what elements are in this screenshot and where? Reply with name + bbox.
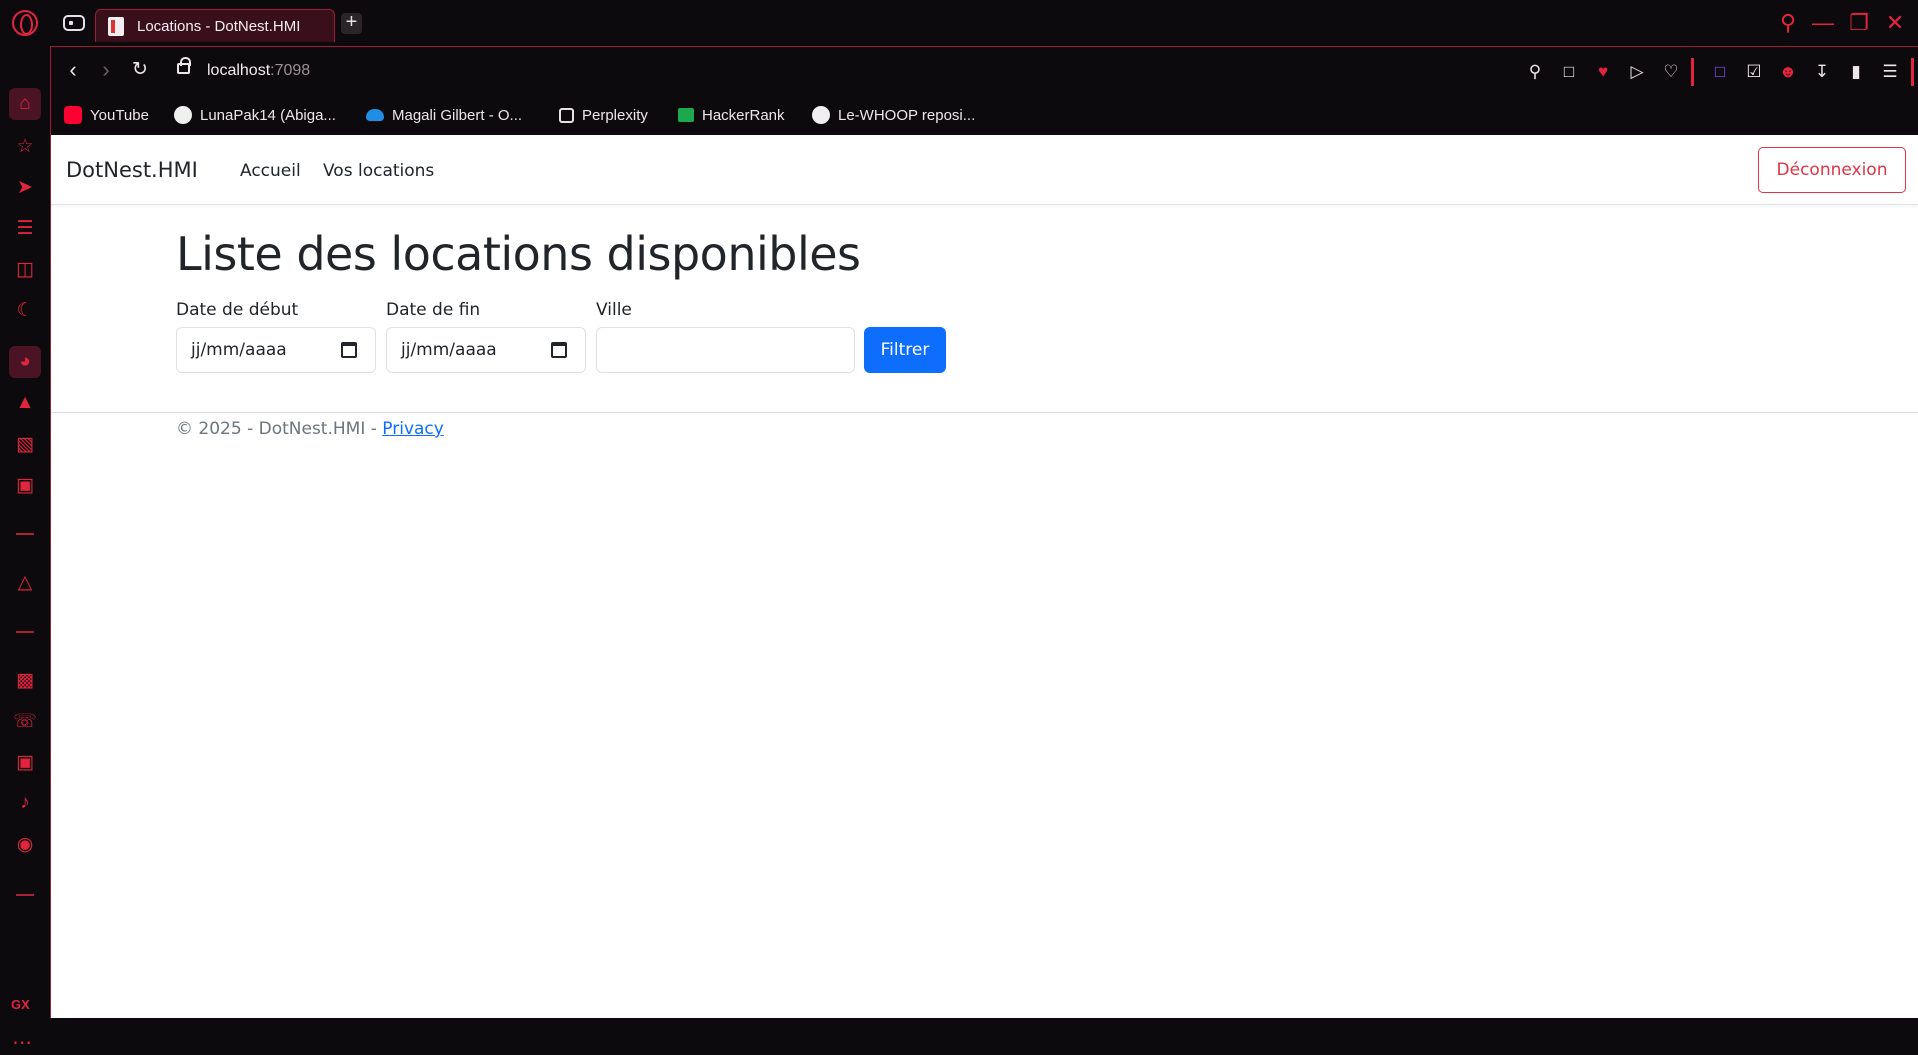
battery-icon[interactable]: ▮ [1845,61,1867,83]
toolbar-divider [1911,58,1914,86]
bookmarks-bar: YouTube LunaPak14 (Abiga... Magali Gilbe… [51,97,1918,135]
app-navbar: DotNest.HMI Accueil Vos locations Déconn… [51,135,1918,205]
bookmark-youtube[interactable]: YouTube [64,103,149,127]
download-icon[interactable]: ↧ [1811,61,1833,83]
pocket-icon[interactable]: ♥ [1592,61,1614,83]
logout-button[interactable]: Déconnexion [1758,147,1906,193]
instagram-icon[interactable]: ▣ [9,746,41,778]
start-date-value: jj/mm/aaaa [191,340,287,360]
gauge-icon[interactable]: ◕ [9,346,41,378]
bookmark-label: YouTube [90,106,149,124]
sidebar-divider [16,533,34,535]
navbar-brand[interactable]: DotNest.HMI [66,158,198,182]
whatsapp-icon[interactable]: ☏ [9,705,41,737]
web-page: DotNest.HMI Accueil Vos locations Déconn… [51,135,1918,1018]
gamepad-icon[interactable] [63,15,85,31]
calendar-icon[interactable] [551,342,567,358]
hatch-icon[interactable]: ▧ [9,428,41,460]
github-icon [174,106,192,124]
footer: © 2025 - DotNest.HMI - Privacy [176,419,444,439]
bookmark-perplexity[interactable]: Perplexity [559,103,648,127]
sidebar-divider [16,894,34,896]
start-date-label: Date de début [176,300,299,320]
snapshot-icon[interactable]: □ [1558,61,1580,83]
filter-button[interactable]: Filtrer [864,327,946,373]
lock-icon[interactable] [177,57,191,74]
pin-icon[interactable]: ⚲ [1524,61,1546,83]
cleaner-icon[interactable]: ▲ [9,387,41,419]
city-input[interactable] [596,327,855,373]
gx-label[interactable]: GX [11,997,30,1012]
home-icon[interactable]: ⌂ [9,88,41,120]
footer-text: © 2025 - DotNest.HMI - [176,419,383,439]
reload-icon[interactable]: ↻ [128,59,152,83]
new-tab-button[interactable]: + [341,12,362,34]
bookmark-label: Perplexity [582,106,648,124]
discord-icon[interactable]: ◉ [9,828,41,860]
onedrive-icon [366,109,384,121]
url-port: :7098 [270,62,311,79]
bookmark-label: Le-WHOOP reposi... [838,106,976,124]
extensions-icon[interactable]: ☑ [1743,61,1765,83]
bookmark-whoop[interactable]: Le-WHOOP reposi... [812,103,975,127]
rocket-icon[interactable]: ➤ [9,171,41,203]
youtube-icon [64,106,82,124]
restore-icon[interactable]: ❐ [1846,10,1872,36]
bookmark-label: LunaPak14 (Abiga... [200,106,336,124]
heart-icon[interactable]: ♡ [1660,61,1682,83]
browser-tab[interactable]: Locations - DotNest.HMI [95,9,335,42]
browser-titlebar: Locations - DotNest.HMI + ⚲ — ❐ ✕ [0,0,1918,46]
toolbar-divider [1691,58,1694,86]
more-icon[interactable]: ⋯ [12,1030,33,1055]
bookmark-hackerrank[interactable]: HackerRank [678,103,785,127]
perplexity-icon [559,107,574,123]
nav-link-rentals[interactable]: Vos locations [323,161,434,181]
calendar-icon[interactable] [341,342,357,358]
end-date-value: jj/mm/aaaa [401,340,497,360]
address-bar: ‹ › ↻ localhost:7098 ⚲ □ ♥ ▷ ♡ □ ☑ ☻ ↧ ▮… [51,47,1918,97]
send-icon[interactable]: ▷ [1626,61,1648,83]
search-icon[interactable]: ⚲ [1775,10,1801,36]
selection-icon[interactable]: □ [1709,61,1731,83]
book-icon[interactable]: ◫ [9,253,41,285]
tab-title: Locations - DotNest.HMI [137,17,301,35]
moon-icon[interactable]: ☾ [9,294,41,326]
minimize-icon[interactable]: — [1810,10,1836,36]
browser-sidebar: ⌂ ☆ ➤ ☰ ◫ ☾ ◕ ▲ ▧ ▣ △ ▩ ☏ ▣ ♪ ◉ GX ⋯ [0,46,50,1054]
url-field[interactable]: localhost:7098 [207,62,310,80]
tab-favicon-icon [108,16,124,36]
privacy-link[interactable]: Privacy [382,419,444,439]
bookmark-label: HackerRank [702,106,785,124]
twitch-icon[interactable]: ▩ [9,664,41,696]
easy-setup-icon[interactable]: ☰ [1879,61,1901,83]
bookmark-magali[interactable]: Magali Gilbert - O... [366,103,522,127]
bookmark-lunapak[interactable]: LunaPak14 (Abiga... [174,103,336,127]
end-date-input[interactable]: jj/mm/aaaa [386,327,586,373]
url-host: localhost [207,62,271,79]
city-label: Ville [596,300,632,320]
profile-icon[interactable]: ☻ [1777,61,1799,83]
back-icon[interactable]: ‹ [61,59,85,83]
github-icon [812,106,830,124]
close-icon[interactable]: ✕ [1882,10,1908,36]
hackerrank-icon [678,108,694,122]
footer-divider [51,412,1918,413]
start-date-input[interactable]: jj/mm/aaaa [176,327,376,373]
sidebar-divider [16,631,34,633]
list-icon[interactable]: ☰ [9,212,41,244]
tiktok-icon[interactable]: ♪ [9,787,41,819]
bookmark-label: Magali Gilbert - O... [392,106,523,124]
end-date-label: Date de fin [386,300,481,320]
nav-link-home[interactable]: Accueil [240,161,301,181]
m-logo-icon[interactable]: ▣ [9,469,41,501]
page-title: Liste des locations disponibles [176,227,861,281]
opera-logo-icon[interactable] [12,10,38,36]
star-icon[interactable]: ☆ [9,130,41,162]
aria-icon[interactable]: △ [9,566,41,598]
forward-icon[interactable]: › [94,59,118,83]
